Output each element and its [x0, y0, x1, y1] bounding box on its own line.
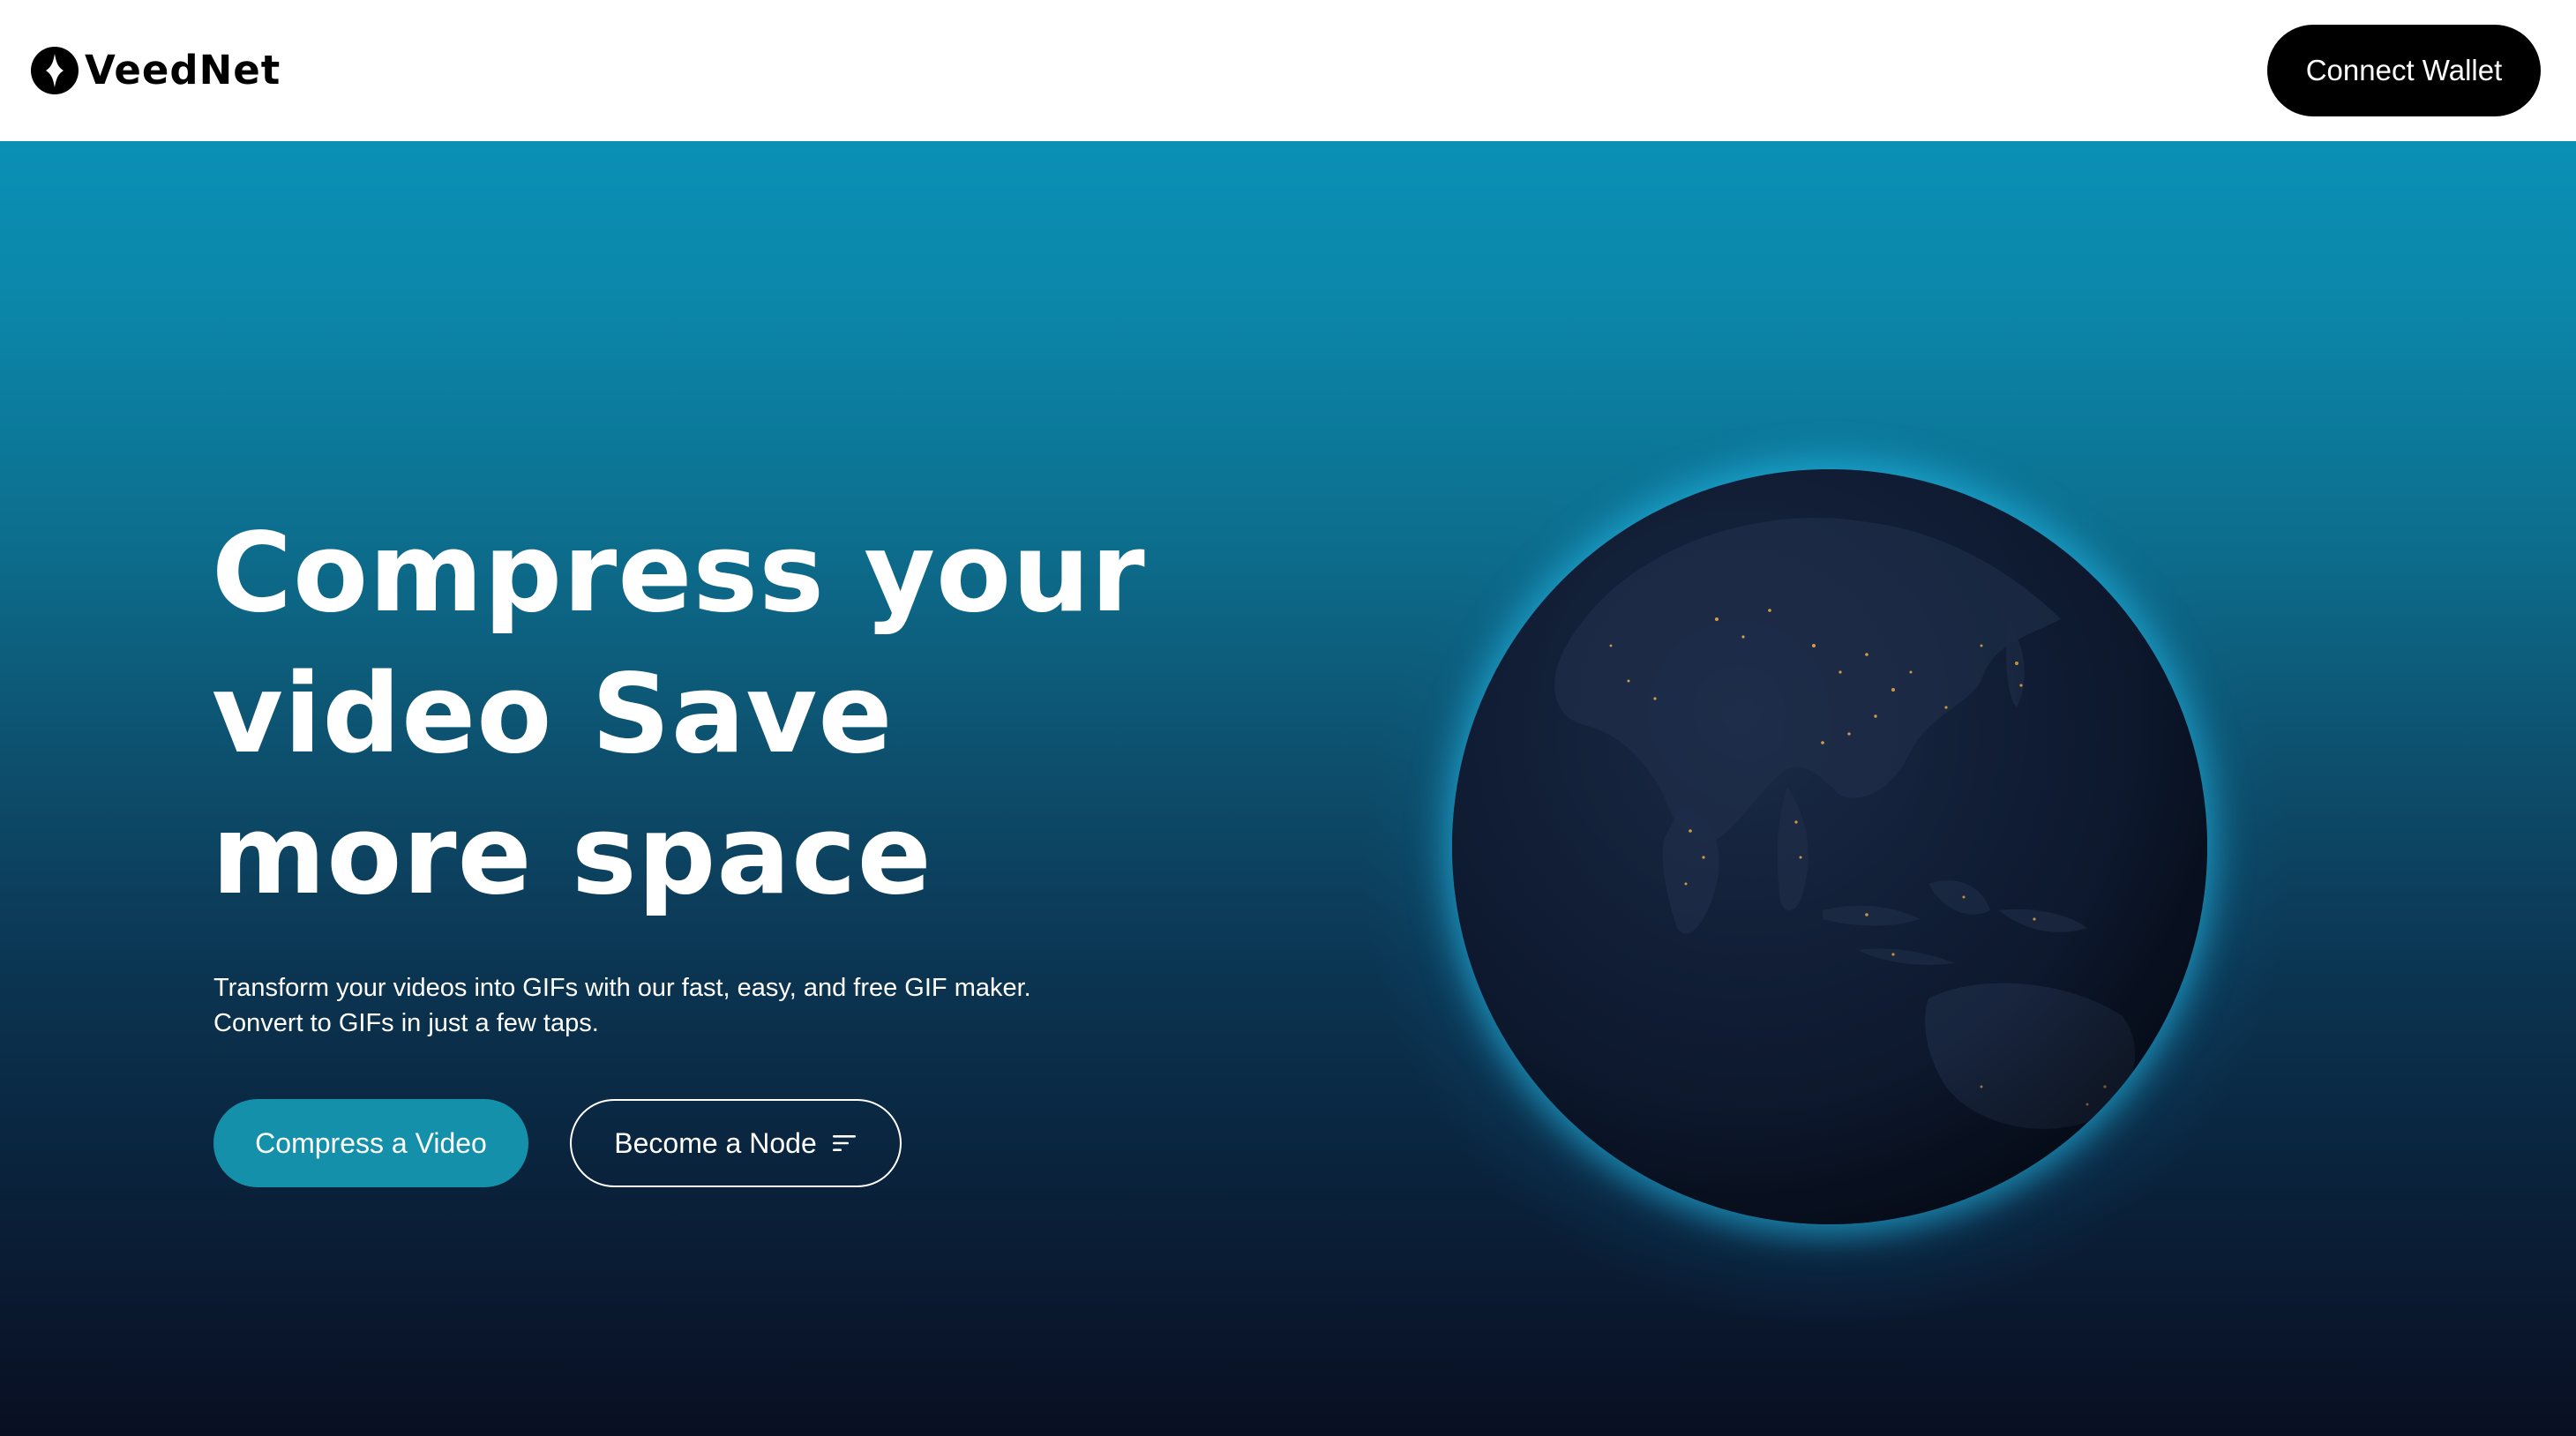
earth-globe-image [1452, 469, 2207, 1224]
description-line-2: Convert to GIFs in just a few taps. [213, 1009, 599, 1037]
hero-description: Transform your videos into GIFs with our… [213, 970, 1360, 1041]
description-line-1: Transform your videos into GIFs with our… [213, 974, 1031, 1002]
headline-line-3: more space [212, 792, 932, 919]
compress-video-button[interactable]: Compress a Video [213, 1099, 528, 1187]
star-logo-icon [31, 47, 79, 94]
hero-section: Compress your video Save more space Tran… [0, 141, 2576, 1436]
logo-text: VeedNet [85, 47, 281, 93]
top-navigation-bar: VeedNet Connect Wallet [0, 0, 2576, 141]
connect-wallet-button[interactable]: Connect Wallet [2267, 25, 2541, 116]
menu-lines-icon [832, 1135, 856, 1151]
globe-continents-illustration [1452, 469, 2207, 1224]
become-node-button[interactable]: Become a Node [570, 1099, 902, 1187]
headline-line-1: Compress your [212, 510, 1146, 637]
brand-logo[interactable]: VeedNet [30, 44, 281, 97]
become-node-label: Become a Node [614, 1126, 817, 1159]
headline-line-2: video Save [212, 651, 894, 778]
hero-headline: Compress your video Save more space [212, 503, 1270, 926]
